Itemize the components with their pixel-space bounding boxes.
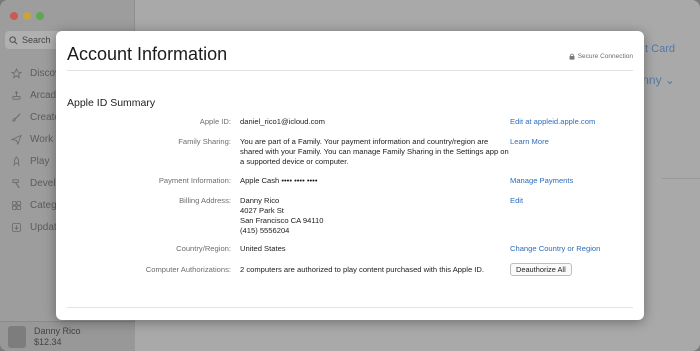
row-label: Computer Authorizations: xyxy=(145,265,231,274)
manage-payments-link[interactable]: Manage Payments xyxy=(510,176,573,186)
divider xyxy=(67,307,633,308)
hammer-icon xyxy=(10,177,22,189)
sidebar-item-label: Work xyxy=(30,133,54,145)
sidebar-item-label: Play xyxy=(30,155,50,167)
download-icon xyxy=(10,221,22,233)
divider xyxy=(67,70,633,71)
row-label: Country/Region: xyxy=(176,244,231,253)
window-controls xyxy=(10,12,44,20)
edit-billing-link[interactable]: Edit xyxy=(510,196,523,206)
paperplane-icon xyxy=(10,133,22,145)
row-label: Family Sharing: xyxy=(178,137,231,146)
deauthorize-all-button[interactable]: Deauthorize All xyxy=(510,263,572,276)
learn-more-link[interactable]: Learn More xyxy=(510,137,549,147)
billing-phone: (415) 5556204 xyxy=(240,226,290,235)
avatar xyxy=(8,325,26,348)
apple-id-value: daniel_rico1@icloud.com xyxy=(240,117,325,126)
account-name: Danny Rico xyxy=(34,325,81,336)
row-label: Billing Address: xyxy=(179,196,231,205)
billing-street: 4027 Park St xyxy=(240,206,284,215)
dialog-title: Account Information xyxy=(67,44,228,64)
search-placeholder: Search xyxy=(22,35,51,45)
country-value: United States xyxy=(240,244,286,253)
account-information-dialog: Account Information Secure Connection Ap… xyxy=(56,31,644,320)
section-title: Apple ID Summary xyxy=(67,97,156,109)
secure-connection-indicator: Secure Connection xyxy=(569,53,633,60)
row-label: Apple ID: xyxy=(199,117,231,126)
billing-city: San Francisco CA 94110 xyxy=(240,216,324,225)
grid-icon xyxy=(10,199,22,211)
brush-icon xyxy=(10,111,22,123)
billing-name: Danny Rico xyxy=(240,196,280,205)
edit-apple-id-link[interactable]: Edit at appleid.apple.com xyxy=(510,117,595,127)
account-balance: $12.34 xyxy=(34,336,62,347)
search-icon xyxy=(9,35,18,44)
star-icon xyxy=(10,67,22,79)
account-info: Danny Rico $12.34 xyxy=(34,326,81,348)
joystick-icon xyxy=(10,89,22,101)
rocket-icon xyxy=(10,155,22,167)
billing-address-value: Danny Rico 4027 Park St San Francisco CA… xyxy=(240,196,510,236)
zoom-window-button[interactable] xyxy=(36,12,44,20)
family-sharing-value: You are part of a Family. Your payment i… xyxy=(240,137,509,166)
authorizations-value: 2 computers are authorized to play conte… xyxy=(240,265,484,274)
background-divider xyxy=(662,178,700,179)
account-bar[interactable]: Danny Rico $12.34 xyxy=(0,321,135,351)
lock-icon xyxy=(569,53,575,60)
close-window-button[interactable] xyxy=(10,12,18,20)
payment-value: Apple Cash •••• •••• •••• xyxy=(240,176,318,185)
row-label: Payment Information: xyxy=(158,176,231,185)
change-country-link[interactable]: Change Country or Region xyxy=(510,244,600,254)
secure-connection-label: Secure Connection xyxy=(577,53,633,60)
minimize-window-button[interactable] xyxy=(23,12,31,20)
